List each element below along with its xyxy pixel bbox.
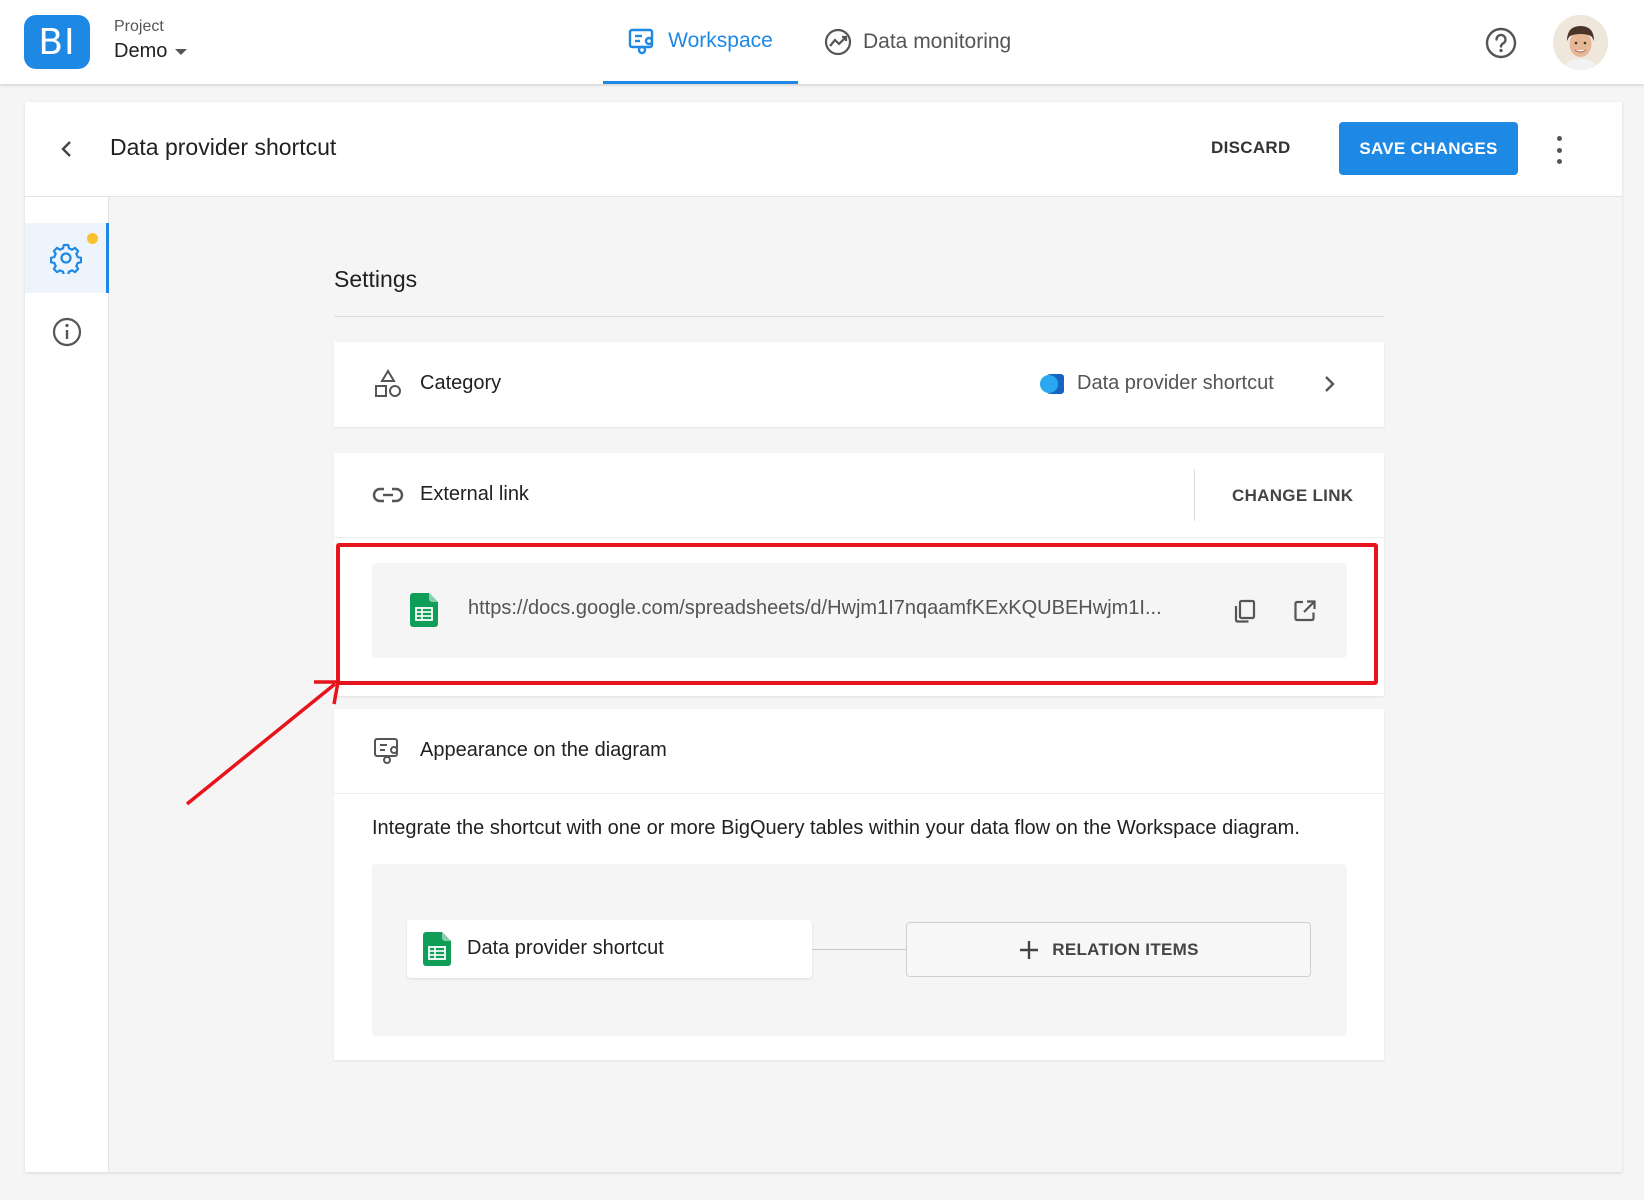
diagram-icon	[374, 738, 398, 764]
user-avatar[interactable]	[1553, 15, 1608, 70]
caret-down-icon	[175, 48, 188, 55]
link-icon	[372, 487, 404, 503]
kebab-dot	[1556, 159, 1562, 164]
more-options-icon[interactable]	[1553, 136, 1565, 164]
logo-text: BI	[38, 21, 76, 63]
shapes-icon	[375, 369, 401, 397]
project-name-row[interactable]: Demo	[114, 40, 188, 63]
question-circle-icon[interactable]	[1484, 26, 1518, 60]
app-logo[interactable]: BI	[24, 15, 90, 69]
sidebar-item-info[interactable]	[25, 297, 109, 367]
gear-icon	[49, 243, 82, 274]
card-divider	[334, 793, 1384, 794]
chevron-right-icon[interactable]	[1318, 372, 1340, 396]
google-sheets-icon	[423, 932, 451, 966]
appearance-label: Appearance on the diagram	[420, 739, 667, 761]
settings-heading: Settings	[334, 266, 418, 292]
project-selector[interactable]: Project Demo	[114, 18, 188, 63]
diagram-node-label: Data provider shortcut	[467, 937, 664, 959]
settings-divider	[334, 316, 1384, 317]
annotation-highlight-box	[336, 543, 1378, 685]
sidebar-item-settings[interactable]	[25, 223, 109, 293]
change-link-button[interactable]: CHANGE LINK	[1232, 486, 1353, 506]
page-title: Data provider shortcut	[110, 134, 337, 160]
external-link-label: External link	[420, 483, 529, 505]
kebab-dot	[1556, 147, 1562, 153]
annotation-arrow-icon	[185, 680, 341, 806]
category-label: Category	[420, 372, 502, 394]
diagram-connector	[812, 949, 906, 950]
tab-data-monitoring[interactable]: Data monitoring	[823, 0, 1011, 84]
notification-dot	[87, 233, 98, 244]
diagram-node: Data provider shortcut	[407, 920, 812, 978]
diagram-preview: Data provider shortcut RELATION ITEMS	[372, 864, 1347, 1036]
avatar-face-icon	[1553, 15, 1608, 70]
info-icon	[52, 317, 82, 347]
tab-workspace[interactable]: Workspace	[603, 0, 798, 84]
relation-items-button[interactable]: RELATION ITEMS	[906, 922, 1311, 977]
project-caption: Project	[114, 18, 164, 35]
category-value: Data provider shortcut	[1039, 372, 1274, 395]
kebab-dot	[1556, 136, 1562, 141]
chevron-left-icon[interactable]	[55, 137, 79, 161]
side-nav	[25, 197, 109, 1172]
appearance-card: Appearance on the diagram Integrate the …	[334, 709, 1384, 1060]
project-name: Demo	[114, 40, 168, 62]
plus-icon	[1020, 940, 1039, 959]
provider-shortcut-icon	[1040, 373, 1064, 394]
top-bar: BI Project Demo Workspace Data monitorin…	[0, 0, 1644, 84]
category-row[interactable]: Category Data provider shortcut	[334, 342, 1384, 427]
tab-data-monitoring-label: Data monitoring	[863, 30, 1012, 53]
tab-workspace-label: Workspace	[668, 28, 773, 52]
monitoring-icon	[824, 28, 852, 56]
appearance-description: Integrate the shortcut with one or more …	[372, 817, 1300, 839]
category-value-text: Data provider shortcut	[1077, 372, 1274, 394]
workspace-icon	[628, 28, 654, 54]
panel-header: Data provider shortcut DISCARD SAVE CHAN…	[25, 102, 1622, 197]
save-changes-button[interactable]: SAVE CHANGES	[1339, 122, 1518, 175]
discard-button[interactable]: DISCARD	[1211, 138, 1291, 158]
vertical-divider	[1194, 469, 1195, 521]
card-divider	[334, 537, 1384, 538]
relation-items-label: RELATION ITEMS	[1052, 939, 1199, 959]
